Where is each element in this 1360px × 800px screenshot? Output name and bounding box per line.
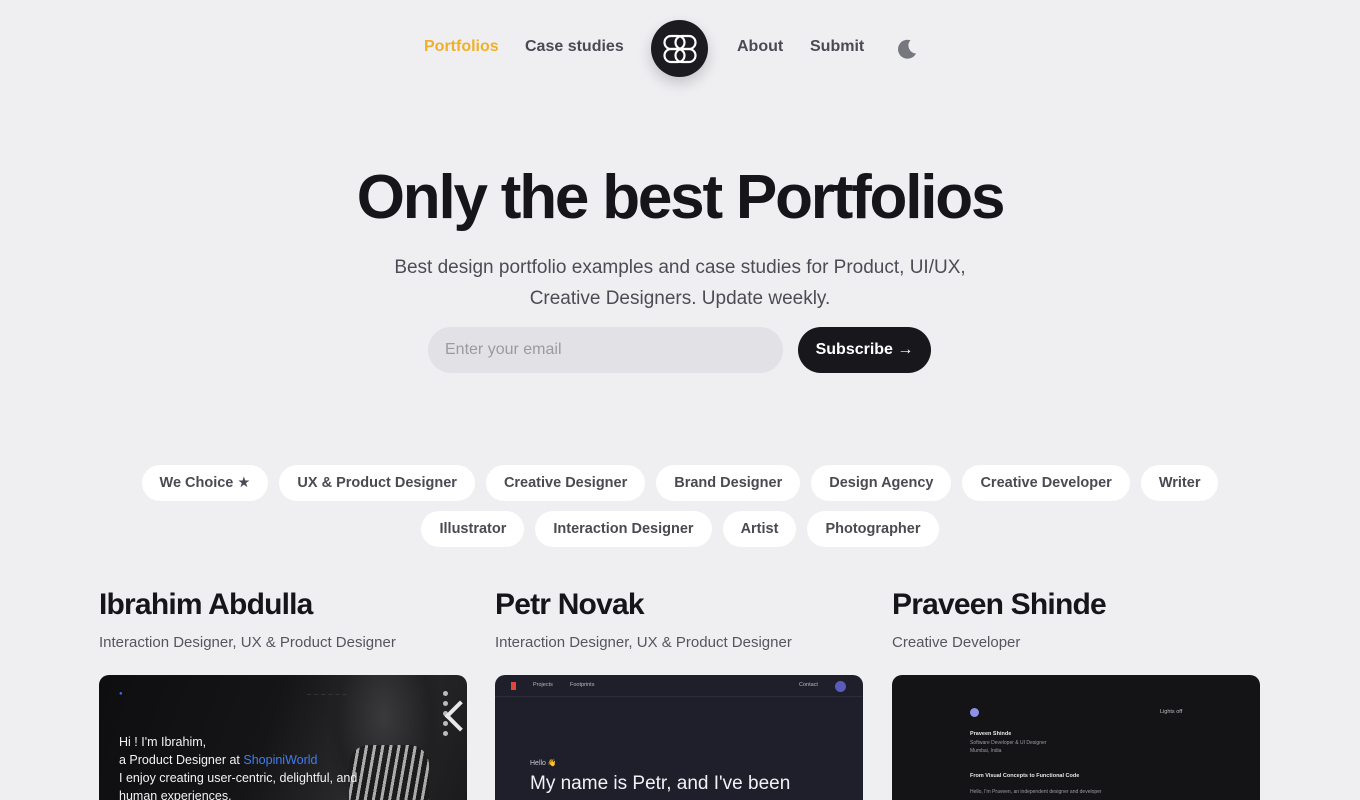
chip-writer[interactable]: Writer: [1140, 465, 1219, 501]
portfolio-role: Creative Developer: [892, 634, 1021, 651]
avatar-icon: [970, 708, 979, 717]
portfolio-name[interactable]: Petr Novak: [495, 588, 863, 622]
chip-illustrator[interactable]: Illustrator: [421, 511, 525, 547]
thumbnail-nav-link: Projects: [533, 682, 553, 688]
chip-photographer[interactable]: Photographer: [807, 511, 939, 547]
theme-toggle-icon: [835, 681, 846, 692]
social-icon: [443, 691, 448, 696]
portfolio-thumbnail[interactable]: ● — — — — — — Hi ! I'm Ibrahim, a Produc…: [99, 675, 467, 800]
chip-brand-designer[interactable]: Brand Designer: [656, 465, 801, 501]
portfolio-role: Interaction Designer, UX & Product Desig…: [99, 634, 396, 651]
intro-text: a Product Designer at: [119, 753, 244, 767]
portfolio-card: Ibrahim Abdulla Interaction Designer, UX…: [99, 588, 467, 800]
nav-link-about[interactable]: About: [737, 38, 783, 56]
social-icon: [443, 721, 448, 726]
intro-line: Hi ! I'm Ibrahim,: [119, 735, 207, 749]
portfolio-thumbnail[interactable]: Projects Footprints Contact Hello 👋 My n…: [495, 675, 863, 800]
portfolio-card: Praveen Shinde Creative Developer Lights…: [892, 588, 1260, 800]
portfolio-name[interactable]: Praveen Shinde: [892, 588, 1260, 622]
thumbnail-nav-link: Contact: [799, 682, 818, 688]
intro-line: human experiences.: [119, 789, 232, 800]
hero-subtitle: Best design portfolio examples and case …: [330, 252, 1030, 314]
intro-highlight: ShopiniWorld: [243, 753, 318, 767]
portfolio-name[interactable]: Ibrahim Abdulla: [99, 588, 467, 622]
social-icon: [443, 701, 448, 706]
chip-design-agency[interactable]: Design Agency: [811, 465, 952, 501]
thumbnail-person-name: Praveen Shinde: [970, 731, 1012, 737]
chip-ux-product-designer[interactable]: UX & Product Designer: [279, 465, 475, 501]
category-chips-row-1: We Choice ★ UX & Product Designer Creati…: [0, 465, 1360, 501]
thumbnail-intro-text: Hi ! I'm Ibrahim, a Product Designer at …: [119, 733, 357, 800]
hero-title: Only the best Portfolios: [356, 163, 1006, 232]
thumbnail-brand: ●: [119, 691, 123, 697]
nav-link-portfolios[interactable]: Portfolios: [424, 38, 499, 56]
logo-mark-icon[interactable]: [651, 20, 708, 77]
thumbnail-greeting: Hello 👋: [530, 760, 557, 767]
portfolio-role: Interaction Designer, UX & Product Desig…: [495, 634, 792, 651]
thumbnail-menu: — — — — — —: [307, 691, 348, 696]
moon-icon[interactable]: [894, 36, 920, 62]
thumbnail-person-location: Mumbai, India: [970, 748, 1002, 754]
thumbnail-nav-link: Footprints: [570, 682, 595, 688]
portfolio-thumbnail[interactable]: Lights off Praveen Shinde Software Devel…: [892, 675, 1260, 800]
category-chips-row-2: Illustrator Interaction Designer Artist …: [0, 511, 1360, 547]
intro-line: a Product Designer at ShopiniWorld: [119, 751, 357, 769]
nav-link-submit[interactable]: Submit: [810, 38, 864, 56]
email-input[interactable]: [428, 327, 783, 373]
intro-line: I enjoy creating user-centric, delightfu…: [119, 771, 358, 785]
nav-link-case-studies[interactable]: Case studies: [525, 38, 624, 56]
portfolio-card: Petr Novak Interaction Designer, UX & Pr…: [495, 588, 863, 800]
thumbnail-photo-shirt: [349, 745, 429, 800]
chip-creative-designer[interactable]: Creative Designer: [485, 465, 646, 501]
social-icon: [443, 731, 448, 736]
thumbnail-lights-toggle: Lights off: [1160, 709, 1183, 715]
chip-interaction-designer[interactable]: Interaction Designer: [535, 511, 712, 547]
chip-artist[interactable]: Artist: [722, 511, 797, 547]
flag-icon: [511, 682, 516, 690]
thumbnail-person-title: Software Developer & UI Designer: [970, 740, 1047, 746]
top-navigation: Portfolios Case studies About Submit: [0, 0, 1360, 100]
thumbnail-body: Hello, I'm Praveen, an independent desig…: [970, 789, 1102, 795]
thumbnail-headline: My name is Petr, and I've been: [530, 773, 791, 794]
chip-creative-developer[interactable]: Creative Developer: [962, 465, 1130, 501]
hero-subtitle-line-1: Best design portfolio examples and case …: [394, 257, 966, 278]
subscribe-button[interactable]: Subscribe →: [798, 327, 931, 373]
thumbnail-navbar: Projects Footprints Contact: [495, 675, 863, 697]
chip-we-choice[interactable]: We Choice ★: [141, 465, 269, 501]
hero-subtitle-line-2: Creative Designers. Update weekly.: [529, 288, 831, 309]
thumbnail-heading: From Visual Concepts to Functional Code: [970, 773, 1080, 779]
